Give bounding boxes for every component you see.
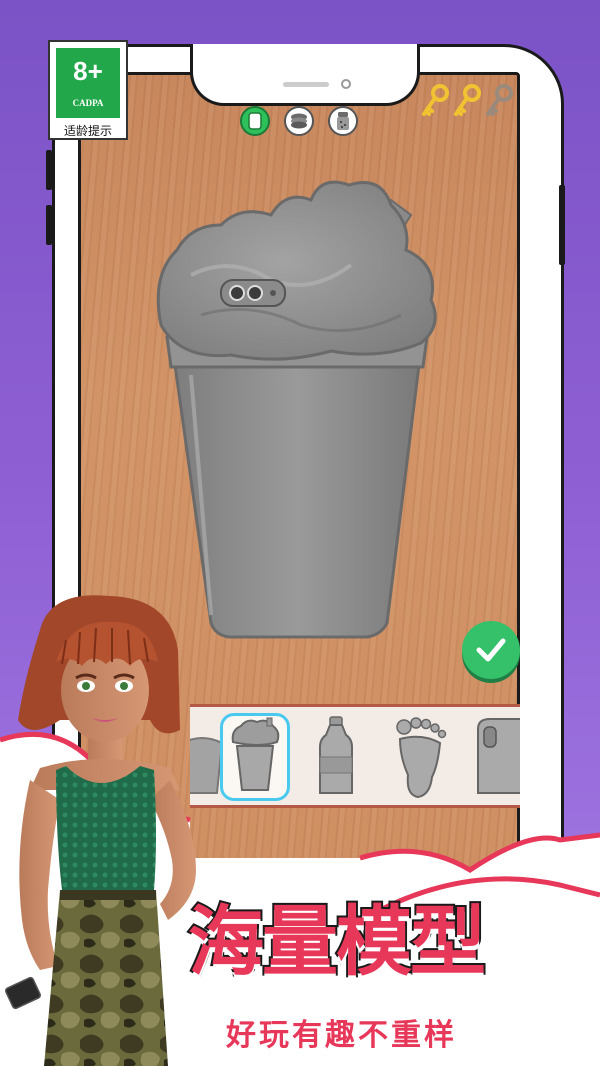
tray-item-bottle[interactable]: [302, 713, 372, 801]
phone-case-icon: [477, 718, 520, 794]
layers-tool-button[interactable]: [284, 106, 314, 136]
tray-item-phone-case[interactable]: [468, 713, 520, 801]
confirm-button[interactable]: [462, 621, 520, 679]
foot-icon: [396, 717, 447, 799]
key-icon: [420, 84, 450, 118]
phone-side-button: [559, 185, 565, 265]
age-rating-tip: 适龄提示: [63, 124, 112, 138]
tool-selector: [240, 106, 358, 136]
bottle-icon: [319, 716, 353, 794]
tray-item-cup[interactable]: [220, 713, 290, 801]
age-rating-box: 8+ CADPA: [56, 48, 120, 118]
front-camera: [341, 79, 351, 89]
character-avatar: [4, 595, 196, 1066]
cup-icon: [231, 717, 280, 791]
tray-item-foot[interactable]: [386, 713, 456, 801]
age-rating-value: 8+: [73, 56, 103, 86]
shaker-tool-button[interactable]: [328, 106, 358, 136]
layers-icon: [291, 113, 307, 129]
model-tray[interactable]: [190, 704, 520, 808]
phone-notch: [190, 44, 420, 106]
phone-case-tool-button[interactable]: [240, 106, 270, 136]
phone-case-icon: [248, 112, 262, 130]
banner-subtitle: 好玩有趣不重样: [226, 1018, 457, 1053]
keys-counter: [420, 84, 514, 118]
phone-side-button: [46, 150, 52, 190]
phone-side-button: [46, 205, 52, 245]
checkmark-icon: [476, 638, 506, 662]
key-icon: [452, 84, 482, 118]
key-empty-icon: [484, 84, 514, 118]
age-rating-badge: 8+ CADPA 适龄提示: [48, 40, 128, 140]
banner-title: 海量模型: [186, 895, 488, 988]
age-rating-org: CADPA: [72, 98, 104, 108]
speaker-grill: [283, 82, 329, 87]
shaker-icon: [337, 112, 349, 130]
